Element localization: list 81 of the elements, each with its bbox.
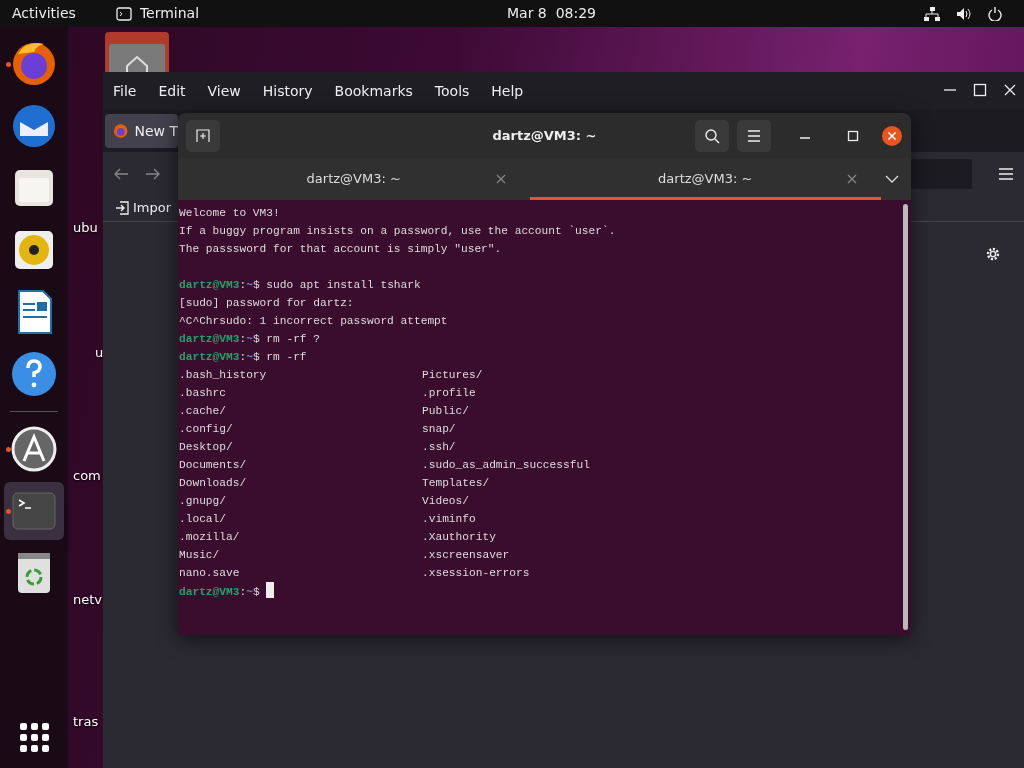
terminal-line: dartz@VM3:~$ sudo apt install tshark <box>179 278 422 293</box>
desktop-icon-label[interactable]: ubu <box>73 218 98 238</box>
dropdown-icon[interactable] <box>885 175 899 183</box>
app-menu[interactable]: Terminal <box>139 3 200 24</box>
search-icon <box>704 127 720 144</box>
file-name: .cache/ <box>179 404 227 419</box>
forward-icon[interactable] <box>145 166 161 181</box>
mail-app-icon[interactable] <box>10 102 58 150</box>
import-icon <box>115 201 129 215</box>
terminal-line: [sudo] password for dartz: <box>179 296 355 311</box>
terminal-line: Welcome to VM3! <box>179 206 281 221</box>
terminal-line: dartz@VM3:~$ rm -rf ? <box>179 332 321 347</box>
file-name: .bash_history <box>179 368 268 383</box>
help-icon[interactable] <box>10 350 58 398</box>
file-name: Documents/ <box>179 458 248 473</box>
maximize-icon[interactable] <box>972 82 988 98</box>
letter-a-icon[interactable] <box>10 425 58 473</box>
firefox-icon[interactable] <box>10 40 58 88</box>
maximize-icon[interactable] <box>847 129 859 142</box>
scrollbar[interactable] <box>903 204 908 630</box>
file-name: Public/ <box>422 404 469 419</box>
terminal-line: dartz@VM3:~$ <box>179 582 911 600</box>
menu-item[interactable]: Help <box>491 80 536 102</box>
desktop-icon-label[interactable]: com <box>73 466 101 486</box>
close-icon[interactable] <box>881 124 903 147</box>
file-name: .sudo_as_admin_successful <box>422 458 590 473</box>
browser-tab[interactable]: New T <box>105 114 178 148</box>
terminal-icon <box>115 6 132 21</box>
menu-item[interactable]: File <box>113 80 149 102</box>
home-folder-icon[interactable] <box>105 32 169 72</box>
menu-button[interactable] <box>737 119 771 152</box>
terminal-line: If a buggy program insists on a password, use the account `user`. <box>179 224 617 239</box>
file-name: .viminfo <box>422 512 476 527</box>
settings-icon[interactable] <box>985 246 1001 262</box>
back-icon[interactable] <box>113 166 129 181</box>
file-name: .mozilla/ <box>179 530 241 545</box>
file-name: snap/ <box>422 422 456 437</box>
terminal-line: ^C^Chrsudo: 1 incorrect password attempt <box>179 314 449 329</box>
new-tab-button[interactable] <box>186 119 220 152</box>
search-button[interactable] <box>695 119 729 152</box>
menu-item[interactable]: History <box>262 80 325 102</box>
file-name: Templates/ <box>422 476 490 491</box>
file-name: .xscreensaver <box>422 548 510 563</box>
file-name: Downloads/ <box>179 476 248 491</box>
file-name: .gnupg/ <box>179 494 227 509</box>
file-name: .bashrc <box>179 386 227 401</box>
terminal-tab[interactable]: dartz@VM3: ~ <box>529 158 881 200</box>
network-icon[interactable] <box>924 6 940 21</box>
close-icon[interactable] <box>1002 82 1018 98</box>
desktop-icon-label[interactable]: u <box>95 343 103 363</box>
menu-item[interactable]: Tools <box>434 80 482 102</box>
file-name: .ssh/ <box>422 440 456 455</box>
file-name: .profile <box>422 386 476 401</box>
power-icon[interactable] <box>988 6 1002 21</box>
menu-icon <box>747 129 761 142</box>
terminal-line: The passsword for that account is simply "user". <box>179 242 503 257</box>
file-name: Desktop/ <box>179 440 234 455</box>
menu-item[interactable]: Bookmarks <box>334 80 425 102</box>
file-name: .xsession-errors <box>422 566 530 581</box>
file-name: .config/ <box>179 422 234 437</box>
activities-button[interactable]: Activities <box>12 3 76 24</box>
bookmark-item[interactable]: Impor <box>115 198 172 218</box>
menu-item[interactable]: View <box>207 80 253 102</box>
file-name: nano.save <box>179 566 241 581</box>
terminal-tab[interactable]: dartz@VM3: ~ <box>178 158 530 200</box>
desktop-icon-label[interactable]: netv <box>73 590 103 610</box>
window-title: dartz@VM3: ~ <box>492 126 597 145</box>
file-name: .local/ <box>179 512 227 527</box>
firefox-icon <box>113 123 129 139</box>
file-name: Pictures/ <box>422 368 483 383</box>
volume-icon[interactable] <box>956 6 972 21</box>
file-name: Videos/ <box>422 494 469 509</box>
menu-icon[interactable] <box>998 166 1014 181</box>
file-name: Music/ <box>179 548 221 563</box>
file-name: .Xauthority <box>422 530 496 545</box>
new-tab-icon <box>196 128 210 143</box>
app-grid-icon[interactable] <box>19 723 49 752</box>
menu-item[interactable]: Edit <box>158 80 198 102</box>
desktop-icon-label[interactable]: tras <box>73 712 99 732</box>
clock[interactable]: Mar 8 08:29 <box>507 3 597 24</box>
terminal-line: dartz@VM3:~$ rm -rf <box>179 350 308 365</box>
